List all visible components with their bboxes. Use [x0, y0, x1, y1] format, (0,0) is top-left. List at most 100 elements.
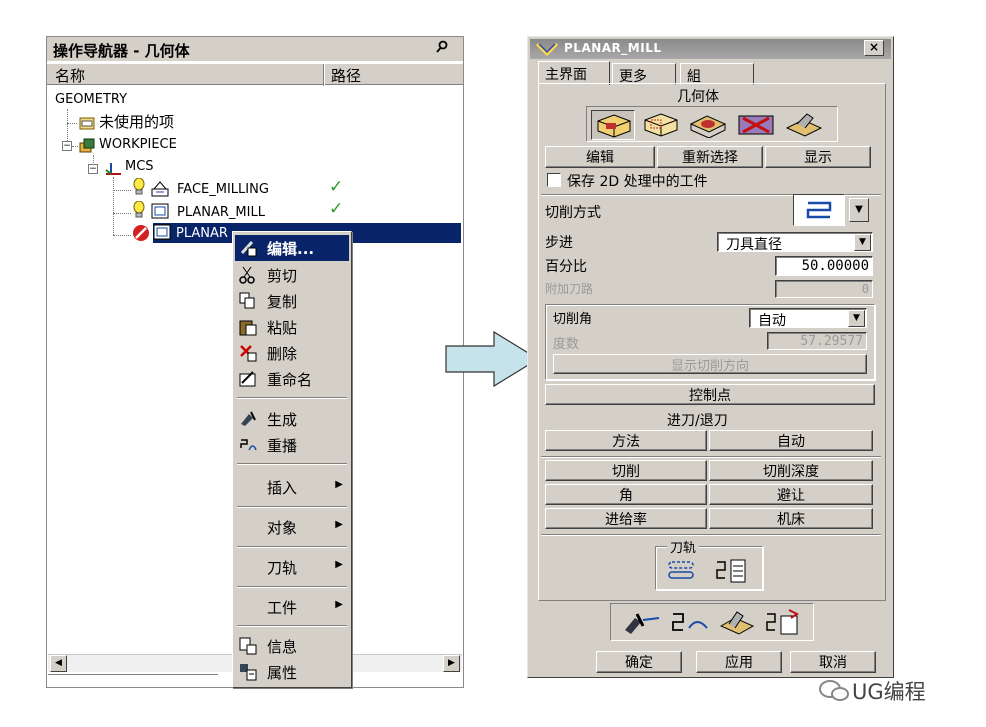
- cut-depth-button[interactable]: 切削深度: [709, 460, 873, 481]
- menu-item-workpiece[interactable]: 工件 ▶: [235, 594, 349, 620]
- stepover-label: 步进: [545, 235, 573, 251]
- blank-geometry-icon[interactable]: [639, 110, 683, 140]
- list-output-icon[interactable]: [763, 608, 807, 636]
- tree-mcs[interactable]: MCS: [125, 159, 154, 174]
- floor-geometry-icon[interactable]: [783, 110, 827, 140]
- scroll-left-icon[interactable]: ◀: [50, 655, 67, 672]
- degrees-input[interactable]: 57.29577: [767, 332, 867, 350]
- extra-passes-label: 附加刀路: [545, 282, 594, 296]
- dialog-title: PLANAR_MILL: [530, 39, 891, 59]
- tab-main[interactable]: 主界面: [538, 61, 610, 85]
- cut-angle-label: 切削角: [553, 312, 593, 327]
- feed-rate-button[interactable]: 进给率: [545, 508, 707, 529]
- cut-pattern-dropdown-icon[interactable]: ▼: [849, 198, 869, 222]
- tree-planar-mill[interactable]: PLANAR_MILL: [177, 205, 265, 220]
- column-name[interactable]: 名称: [55, 65, 85, 86]
- menu-item-properties[interactable]: 属性: [235, 659, 349, 685]
- percent-label: 百分比: [545, 259, 587, 275]
- toolpath-display-icon[interactable]: [665, 558, 707, 584]
- stepover-select[interactable]: 刀具直径 ▼: [717, 232, 873, 253]
- cancel-button[interactable]: 取消: [790, 651, 876, 673]
- check-icon: ✓: [329, 199, 344, 219]
- menu-item-rename[interactable]: 重命名: [235, 366, 349, 392]
- cut-pattern-icon[interactable]: [793, 194, 845, 226]
- close-button[interactable]: ×: [864, 40, 884, 56]
- scroll-right-icon[interactable]: ▶: [443, 655, 460, 672]
- check-geometry-icon[interactable]: [687, 110, 731, 140]
- copy-icon: [239, 292, 257, 310]
- scissors-icon: [239, 266, 257, 284]
- chevron-down-icon[interactable]: ▼: [848, 310, 865, 327]
- submenu-arrow-icon: ▶: [335, 599, 343, 610]
- chevron-down-icon[interactable]: ▼: [854, 234, 871, 251]
- tab-group[interactable]: 組: [680, 63, 754, 85]
- degrees-label: 度数: [553, 337, 580, 352]
- corner-button[interactable]: 角: [545, 484, 707, 505]
- mcs-axis-icon: [105, 161, 121, 177]
- navigator-title: 操作导航器 - 几何体: [47, 37, 463, 61]
- percent-input[interactable]: 50.00000: [775, 256, 873, 276]
- cutting-button[interactable]: 切削: [545, 460, 707, 481]
- pin-icon[interactable]: [435, 40, 449, 58]
- tree-root[interactable]: GEOMETRY: [55, 92, 127, 107]
- tree-face-milling[interactable]: FACE_MILLING: [177, 182, 269, 197]
- face-mill-op-icon: [151, 181, 169, 197]
- menu-item-generate[interactable]: 生成: [235, 406, 349, 432]
- menu-item-cut[interactable]: 剪切: [235, 262, 349, 288]
- edit-button[interactable]: 编辑: [545, 146, 655, 168]
- apply-button[interactable]: 应用: [696, 651, 782, 673]
- paste-icon: [239, 318, 257, 336]
- flow-arrow-icon: [444, 330, 540, 392]
- action-bar: [610, 603, 814, 641]
- menu-item-replay[interactable]: 重播: [235, 432, 349, 458]
- workpiece-icon: [79, 138, 95, 154]
- show-cut-direction-button[interactable]: 显示切削方向: [553, 354, 867, 374]
- reselect-button[interactable]: 重新选择: [657, 146, 763, 168]
- menu-item-copy[interactable]: 复制: [235, 288, 349, 314]
- column-path[interactable]: 路径: [331, 65, 361, 86]
- extra-passes-input[interactable]: 0: [775, 280, 873, 298]
- trim-geometry-icon[interactable]: [735, 110, 779, 140]
- folder-icon: [79, 115, 95, 131]
- collapse-mcs-toggle[interactable]: −: [88, 164, 98, 174]
- wechat-logo-icon: [818, 678, 850, 704]
- machine-button[interactable]: 机床: [709, 508, 873, 529]
- control-points-button[interactable]: 控制点: [545, 384, 875, 405]
- menu-item-edit[interactable]: 编辑...: [235, 235, 349, 261]
- menu-item-paste[interactable]: 粘贴: [235, 314, 349, 340]
- method-button[interactable]: 方法: [545, 430, 707, 451]
- tab-more[interactable]: 更多: [612, 63, 676, 85]
- menu-item-toolpath[interactable]: 刀轨 ▶: [235, 554, 349, 580]
- cut-method-label: 切削方式: [545, 205, 601, 221]
- ok-button[interactable]: 确定: [596, 651, 682, 673]
- verify-icon[interactable]: [715, 608, 759, 636]
- menu-item-insert[interactable]: 插入 ▶: [235, 474, 349, 500]
- status-strip: [48, 674, 218, 686]
- warning-bulb-icon: [133, 200, 145, 219]
- menu-item-info[interactable]: 信息: [235, 633, 349, 659]
- tree-planar[interactable]: PLANAR: [176, 226, 228, 241]
- tree-unused-items[interactable]: 未使用的项: [99, 111, 174, 132]
- tree-workpiece[interactable]: WORKPIECE: [99, 137, 177, 152]
- part-geometry-icon[interactable]: [591, 110, 635, 140]
- submenu-arrow-icon: ▶: [335, 519, 343, 530]
- auto-button[interactable]: 自动: [709, 430, 873, 451]
- submenu-arrow-icon: ▶: [335, 559, 343, 570]
- toolpath-list-icon[interactable]: [715, 558, 757, 584]
- planar-mill-dialog: PLANAR_MILL × 主界面 更多 組 几何体 编辑 重新选择 显示 保存…: [527, 36, 894, 678]
- submenu-arrow-icon: ▶: [335, 479, 343, 490]
- avoidance-button[interactable]: 避让: [709, 484, 873, 505]
- geometry-icon-group: [586, 106, 838, 142]
- display-button[interactable]: 显示: [765, 146, 871, 168]
- watermark-text: UG编程: [852, 680, 926, 704]
- collapse-workpiece-toggle[interactable]: −: [62, 141, 72, 151]
- menu-item-delete[interactable]: 删除: [235, 340, 349, 366]
- replay-icon: [239, 436, 257, 454]
- cut-angle-select[interactable]: 自动 ▼: [749, 308, 867, 329]
- menu-item-object[interactable]: 对象 ▶: [235, 514, 349, 540]
- replay-icon[interactable]: [667, 608, 711, 636]
- edit-icon: [239, 239, 257, 257]
- generate-icon[interactable]: [619, 608, 663, 636]
- save-2d-checkbox[interactable]: [547, 173, 561, 187]
- warning-bulb-icon: [133, 177, 145, 196]
